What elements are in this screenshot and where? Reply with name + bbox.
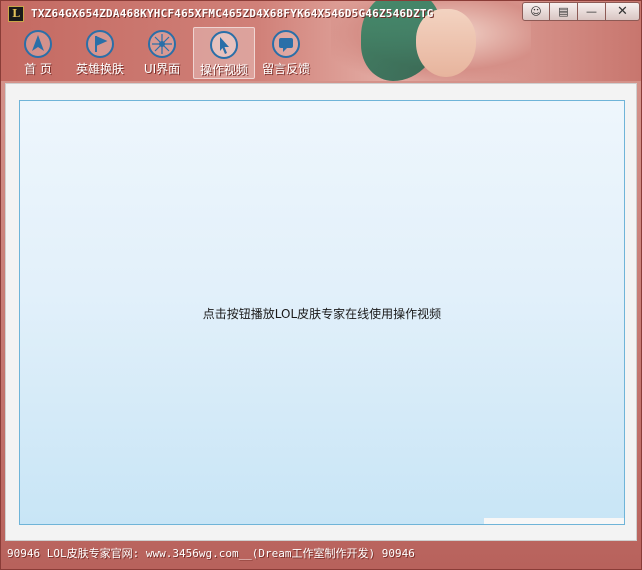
nav-item-home[interactable]: 首 页 bbox=[7, 27, 69, 79]
nav-label: 操作视频 bbox=[199, 63, 248, 77]
skin-button[interactable]: ☺ bbox=[522, 2, 550, 21]
nav-item-feedback[interactable]: 留言反馈 bbox=[255, 27, 317, 79]
nav-label: 留言反馈 bbox=[261, 62, 310, 76]
minimize-button[interactable]: — bbox=[578, 2, 606, 21]
video-panel[interactable]: 点击按钮播放LOL皮肤专家在线使用操作视频 bbox=[19, 100, 625, 525]
message-icon bbox=[272, 30, 300, 58]
nav-item-ui[interactable]: UI界面 bbox=[131, 27, 193, 79]
close-button[interactable]: ✕ bbox=[606, 2, 640, 21]
app-logo-icon: L bbox=[8, 6, 24, 22]
menu-button[interactable]: ▤ bbox=[550, 2, 578, 21]
window-controls: ☺ ▤ — ✕ bbox=[522, 2, 640, 21]
nav-item-skin-change[interactable]: 英雄换肤 bbox=[69, 27, 131, 79]
status-text: 90946 LOL皮肤专家官网: www.3456wg.com__(Dream工… bbox=[7, 547, 415, 560]
app-window: L TXZ64GX654ZDA468KYHCF465XFMC465ZD4X68F… bbox=[0, 0, 642, 570]
nav-label: 英雄换肤 bbox=[75, 62, 124, 76]
nav-item-video[interactable]: 操作视频 bbox=[193, 27, 255, 79]
compass-icon bbox=[148, 30, 176, 58]
nav-label: 首 页 bbox=[24, 62, 52, 76]
panel-strip bbox=[484, 518, 624, 524]
flag-icon bbox=[86, 30, 114, 58]
status-bar: 90946 LOL皮肤专家官网: www.3456wg.com__(Dream工… bbox=[1, 543, 641, 569]
cursor-icon bbox=[210, 31, 238, 59]
main-nav: 首 页 英雄换肤 UI界面 操作视频 留言反馈 bbox=[7, 27, 317, 79]
content-frame: 点击按钮播放LOL皮肤专家在线使用操作视频 bbox=[5, 83, 637, 541]
header-banner: L TXZ64GX654ZDA468KYHCF465XFMC465ZD4X68F… bbox=[1, 1, 641, 81]
video-instruction-text: 点击按钮播放LOL皮肤专家在线使用操作视频 bbox=[202, 307, 442, 321]
arrow-up-icon bbox=[24, 30, 52, 58]
window-title: TXZ64GX654ZDA468KYHCF465XFMC465ZD4X68FYK… bbox=[31, 7, 434, 20]
nav-label: UI界面 bbox=[143, 62, 181, 76]
